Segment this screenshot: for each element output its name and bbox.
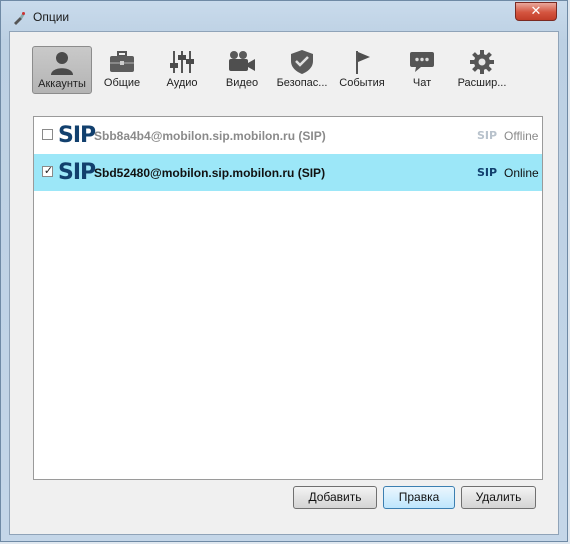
briefcase-icon <box>92 49 152 75</box>
user-icon <box>33 50 91 76</box>
sip-logo-icon: SIP <box>58 160 96 185</box>
account-name: Sbd52480@mobilon.sip.mobilon.ru (SIP) <box>94 166 326 180</box>
account-row[interactable]: ✓ SIP Sbd52480@mobilon.sip.mobilon.ru (S… <box>34 154 542 191</box>
account-row[interactable]: SIP Sbb8a4b4@mobilon.sip.mobilon.ru (SIP… <box>34 117 542 154</box>
account-name: Sbb8a4b4@mobilon.sip.mobilon.ru (SIP) <box>94 129 326 143</box>
window-title: Опции <box>33 10 70 24</box>
tab-label: Расшир... <box>457 77 507 89</box>
options-window: Опции ✕ Аккаунты Общие Аудио Видео Безоп… <box>0 0 568 542</box>
video-camera-icon <box>212 49 272 75</box>
checkmark-icon: ✓ <box>43 165 54 177</box>
tab-audio[interactable]: Аудио <box>152 46 212 94</box>
tab-general[interactable]: Общие <box>92 46 152 94</box>
shield-icon <box>272 49 332 75</box>
protocol-label: SIP <box>477 166 498 179</box>
delete-button[interactable]: Удалить <box>461 486 536 509</box>
app-icon <box>11 10 27 26</box>
flag-icon <box>332 49 392 75</box>
close-button[interactable]: ✕ <box>515 2 557 21</box>
gear-icon <box>452 49 512 75</box>
close-icon: ✕ <box>530 4 542 19</box>
sip-logo-icon: SIP <box>58 123 96 148</box>
account-enabled-checkbox[interactable]: ✓ <box>42 165 54 177</box>
tab-accounts[interactable]: Аккаунты <box>32 46 92 94</box>
options-panel: Аккаунты Общие Аудио Видео Безопас... Со… <box>9 31 559 535</box>
tab-video[interactable]: Видео <box>212 46 272 94</box>
protocol-label: SIP <box>477 129 498 142</box>
sliders-icon <box>152 49 212 75</box>
account-status: Offline <box>504 129 539 143</box>
add-button[interactable]: Добавить <box>293 486 377 509</box>
tab-chat[interactable]: Чат <box>392 46 452 94</box>
edit-button[interactable]: Правка <box>383 486 455 509</box>
title-bar[interactable]: Опции ✕ <box>1 1 567 33</box>
tab-events[interactable]: События <box>332 46 392 94</box>
account-list[interactable]: SIP Sbb8a4b4@mobilon.sip.mobilon.ru (SIP… <box>33 116 543 480</box>
account-status: Online <box>504 166 539 180</box>
account-enabled-checkbox[interactable] <box>42 129 53 140</box>
tab-security[interactable]: Безопас... <box>272 46 332 94</box>
tab-advanced[interactable]: Расшир... <box>452 46 512 94</box>
chat-bubble-icon <box>392 49 452 75</box>
